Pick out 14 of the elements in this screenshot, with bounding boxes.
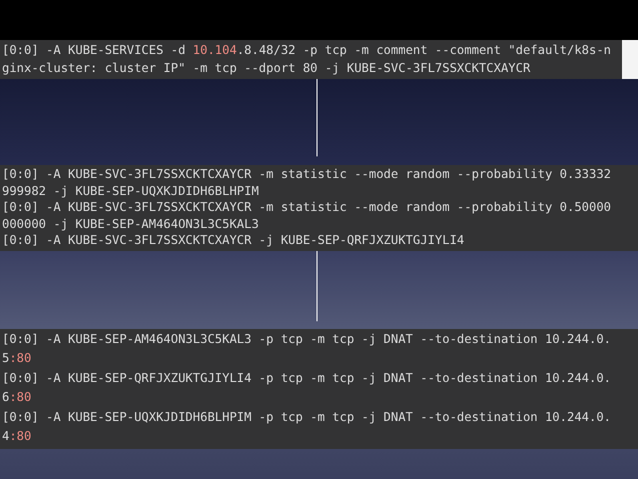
terminal-line: 4:80 [2, 428, 32, 445]
terminal-line: [0:0] -A KUBE-SERVICES -d 10.104.8.48/32 -p tcp -m comment --comment "default/k8s-n [2, 42, 612, 59]
terminal-line: [0:0] -A KUBE-SVC-3FL7SSXCKTCXAYCR -j KUBE-SEP-QRFJXZUKTGJIYLI4 [2, 232, 466, 248]
terminal-line: 000000 -j KUBE-SEP-AM464ON3L3C5KAL3 [2, 216, 260, 232]
cursor-block [622, 40, 638, 79]
terminal-line: 999982 -j KUBE-SEP-UQXKJDIDH6BLHPIM [2, 182, 260, 199]
terminal-line: [0:0] -A KUBE-SEP-QRFJXZUKTGJIYLI4 -p tcp -m tcp -j DNAT --to-destination 10.244.0. [2, 370, 612, 386]
terminal-line: [0:0] -A KUBE-SEP-UQXKJDIDH6BLHPIM -p tcp -m tcp -j DNAT --to-destination 10.244.0. [2, 408, 612, 426]
terminal-line: [0:0] -A KUBE-SVC-3FL7SSXCKTCXAYCR -m statistic --mode random --probability 0.33332 [2, 166, 612, 182]
terminal-line: 6:80 [2, 389, 32, 406]
terminal-line: 5:80 [2, 350, 32, 367]
terminal-line: [0:0] -A KUBE-SEP-AM464ON3L3C5KAL3 -p tcp -m tcp -j DNAT --to-destination 10.244.0. [2, 330, 612, 348]
terminal-line: [0:0] -A KUBE-SVC-3FL7SSXCKTCXAYCR -m statistic --mode random --probability 0.50000 [2, 199, 612, 216]
terminal-line: ginx-cluster: cluster IP" -m tcp --dport 80 -j KUBE-SVC-3FL7SSXCKTCXAYCR [2, 60, 532, 77]
